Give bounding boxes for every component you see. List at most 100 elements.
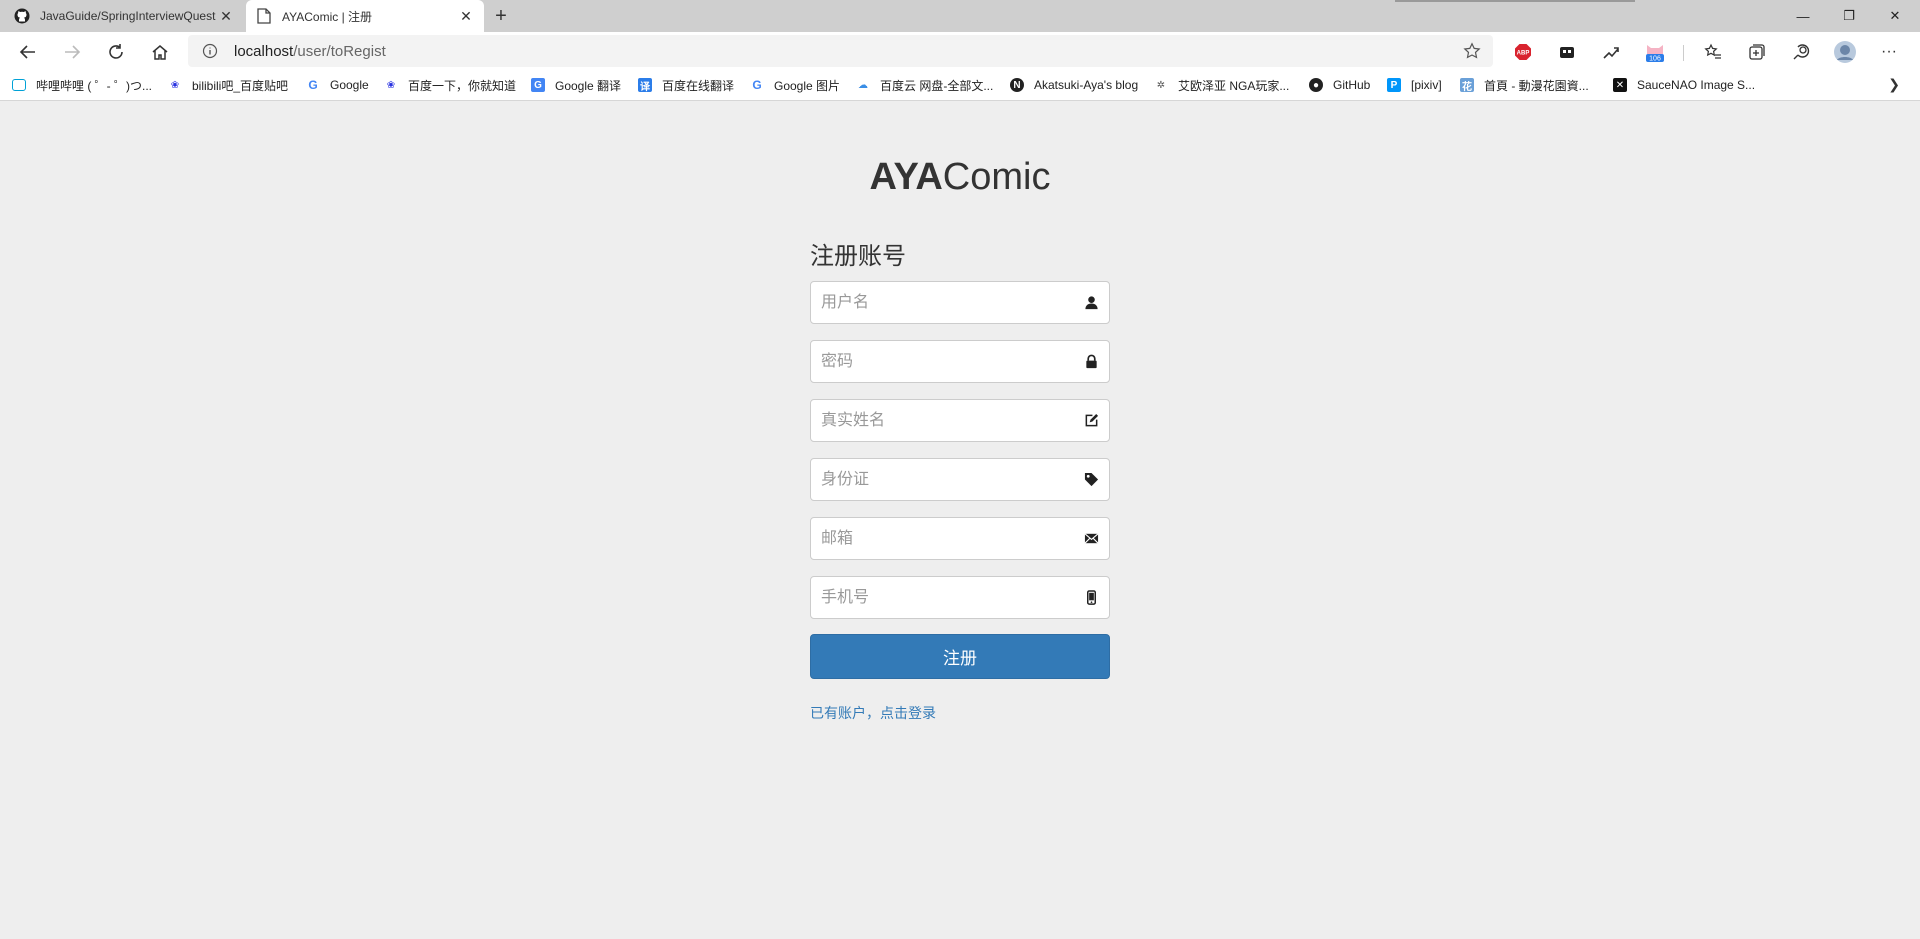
bookmark-label: 百度一下，你就知道	[408, 78, 517, 93]
register-button[interactable]: 注册	[810, 634, 1110, 679]
bilibili-icon	[12, 79, 26, 91]
password-input[interactable]	[811, 341, 1071, 382]
edit-icon	[1085, 413, 1099, 427]
bookmarks-bar: 哔哩哔哩 ( ゜- ゜)つ... ❀ bilibili吧_百度贴吧 G Google…	[0, 70, 1920, 101]
bookmark-label: 百度云 网盘-全部文...	[880, 78, 994, 93]
bookmark-item[interactable]: ✲ 艾欧泽亚 NGA玩家...	[1154, 76, 1290, 94]
tab-title: AYAComic | 注册	[282, 9, 373, 24]
browser-toolbar: localhost/user/toRegist ABP 106 ···	[0, 32, 1920, 70]
lock-icon	[1086, 354, 1097, 369]
page-icon	[256, 8, 272, 24]
github-icon	[14, 8, 30, 24]
bookmark-label: SauceNAO Image S...	[1637, 78, 1756, 92]
bookmark-label: 艾欧泽亚 NGA玩家...	[1178, 78, 1290, 93]
password-field	[810, 340, 1110, 383]
github-icon: ●	[1309, 78, 1323, 92]
google-icon: G	[752, 78, 762, 92]
svg-text:ABP: ABP	[1517, 51, 1530, 57]
brand-logo: AYAComic	[0, 156, 1920, 199]
phone-field	[810, 576, 1110, 619]
bookmark-item[interactable]: P [pixiv]	[1387, 76, 1442, 94]
brand-rest: Comic	[942, 156, 1051, 198]
url-host: localhost	[234, 42, 294, 60]
email-input[interactable]	[811, 518, 1071, 559]
saucenao-icon: ✕	[1613, 78, 1627, 92]
adblock-icon[interactable]: ABP	[1510, 39, 1536, 65]
favorite-star-icon[interactable]	[1463, 42, 1481, 64]
google-icon: G	[308, 78, 318, 92]
window-close-icon[interactable]: ✕	[1872, 0, 1918, 32]
back-icon[interactable]	[15, 39, 41, 65]
tab-close-icon[interactable]: ✕	[458, 8, 474, 24]
register-form: 注册账号 注册 已有账户，点击登录	[810, 240, 1110, 723]
dmhy-icon: 花	[1460, 78, 1474, 93]
drag-indicator	[1395, 0, 1635, 2]
toolbar-divider	[1683, 45, 1684, 61]
profile-avatar-icon[interactable]	[1832, 39, 1858, 65]
form-title: 注册账号	[810, 243, 906, 270]
realname-input[interactable]	[811, 400, 1071, 441]
login-link[interactable]: 已有账户，点击登录	[810, 703, 1110, 723]
bookmark-label: Google 图片	[774, 78, 841, 93]
phone-icon	[1087, 590, 1096, 605]
bookmark-label: bilibili吧_百度贴吧	[192, 78, 289, 93]
bookmark-label: Google	[330, 78, 369, 92]
tab-close-icon[interactable]: ✕	[218, 8, 234, 24]
feedback-icon[interactable]	[1788, 39, 1814, 65]
bookmark-label: [pixiv]	[1411, 78, 1442, 92]
email-field	[810, 517, 1110, 560]
bookmark-item[interactable]: 哔哩哔哩 ( ゜- ゜)つ...	[12, 76, 152, 94]
bookmark-item[interactable]: ● GitHub	[1309, 76, 1370, 94]
bookmark-item[interactable]: ❀ bilibili吧_百度贴吧	[168, 76, 288, 94]
baidu-cloud-icon: ☁	[858, 79, 868, 91]
url-path: /user/toRegist	[293, 42, 386, 60]
more-icon[interactable]: ···	[1876, 39, 1902, 65]
bookmark-item[interactable]: G Google 翻译	[531, 76, 621, 94]
extension-icon[interactable]	[1554, 39, 1580, 65]
info-icon[interactable]	[202, 43, 218, 59]
bookmark-label: 百度在线翻译	[662, 78, 735, 93]
bookmark-label: Akatsuki-Aya's blog	[1034, 78, 1139, 92]
bookmark-item[interactable]: 花首頁 - 動漫花園資...	[1460, 76, 1589, 94]
cat-icon[interactable]: 106	[1642, 39, 1668, 65]
tab-strip: JavaGuide/SpringInterviewQuest ✕ AYAComi…	[0, 0, 1920, 32]
google-translate-icon: G	[531, 78, 545, 92]
bookmark-label: Google 翻译	[555, 78, 622, 93]
notion-icon: N	[1010, 78, 1024, 92]
minimize-icon[interactable]: —	[1780, 0, 1826, 32]
bookmark-item[interactable]: ☁ 百度云 网盘-全部文...	[856, 76, 993, 94]
realname-field	[810, 399, 1110, 442]
refresh-icon[interactable]	[103, 39, 129, 65]
chevron-right-icon[interactable]: ❯	[1888, 76, 1900, 93]
username-input[interactable]	[811, 282, 1071, 323]
phone-input[interactable]	[811, 577, 1071, 618]
bookmark-label: 哔哩哔哩 ( ゜- ゜)つ...	[36, 78, 152, 93]
tab-javaguide[interactable]: JavaGuide/SpringInterviewQuest ✕	[4, 0, 244, 32]
idcard-field	[810, 458, 1110, 501]
bookmark-item[interactable]: ✕ SauceNAO Image S...	[1613, 76, 1755, 94]
restore-icon[interactable]: ❐	[1826, 0, 1872, 32]
bookmark-label: 首頁 - 動漫花園資...	[1484, 78, 1589, 93]
bookmark-item[interactable]: G Google 图片	[750, 76, 840, 94]
bookmark-item[interactable]: N Akatsuki-Aya's blog	[1010, 76, 1138, 94]
bookmark-item[interactable]: G Google	[306, 76, 369, 94]
envelope-icon	[1084, 533, 1099, 544]
baidu-paw-icon: ❀	[386, 79, 396, 91]
brand-bold: AYA	[869, 156, 943, 198]
new-tab-icon[interactable]: +	[490, 6, 512, 28]
address-bar[interactable]: localhost/user/toRegist	[188, 35, 1493, 67]
nga-icon: ✲	[1156, 79, 1166, 91]
user-icon	[1085, 296, 1098, 310]
tab-ayacomic[interactable]: AYAComic | 注册 ✕	[246, 0, 484, 32]
forward-icon[interactable]	[59, 39, 85, 65]
idcard-input[interactable]	[811, 459, 1071, 500]
favorites-icon[interactable]	[1700, 39, 1726, 65]
tag-icon	[1084, 472, 1099, 487]
chart-icon[interactable]	[1598, 39, 1624, 65]
baidu-paw-icon: ❀	[170, 79, 180, 91]
home-icon[interactable]	[147, 39, 173, 65]
bookmark-item[interactable]: 译百度在线翻译	[638, 76, 734, 94]
collections-icon[interactable]	[1744, 39, 1770, 65]
bookmark-item[interactable]: ❀ 百度一下，你就知道	[384, 76, 516, 94]
tab-title: JavaGuide/SpringInterviewQuest	[40, 9, 216, 23]
